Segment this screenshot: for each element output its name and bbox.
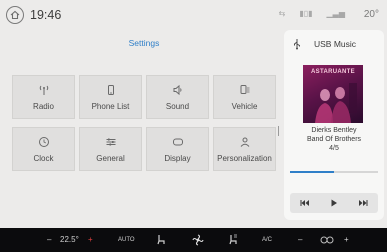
status-icons: ⇆ ▮▯▮ ▁▃▅ xyxy=(279,9,345,19)
panel-divider-handle[interactable] xyxy=(278,126,281,136)
fan-icon xyxy=(192,234,204,246)
track-number: 4/5 xyxy=(329,145,339,152)
play-button[interactable] xyxy=(323,195,345,211)
playback-controls xyxy=(290,193,378,213)
tile-label: General xyxy=(96,154,125,163)
ac-button[interactable]: A/C xyxy=(262,234,272,246)
passenger-temp-down-button[interactable]: – xyxy=(298,234,302,246)
tile-general[interactable]: General xyxy=(79,127,142,171)
usb-icon xyxy=(294,39,300,50)
outside-temperature: 20° xyxy=(363,9,379,20)
tile-label: Sound xyxy=(165,102,190,111)
tile-label: Personalization xyxy=(217,154,272,163)
display-icon xyxy=(172,138,183,146)
person-icon xyxy=(240,137,249,147)
sliders-icon xyxy=(106,138,115,146)
connection-icon: ⇆ xyxy=(278,9,286,18)
passenger-climate-icon xyxy=(320,234,334,250)
page-title: Settings xyxy=(128,38,160,48)
media-card[interactable]: USB Music ASTARUANTE Dierks Bentley Band… xyxy=(284,30,384,220)
track-artist: Band Of Brothers xyxy=(306,136,362,143)
tile-personalization[interactable]: Personalization xyxy=(213,127,276,171)
sync-screen: 19:46 ⇆ ▮▯▮ ▁▃▅ 20° Settings Radio Phone… xyxy=(0,0,387,228)
tile-label: Display xyxy=(164,154,191,163)
progress-fill xyxy=(290,171,334,173)
skip-next-icon xyxy=(359,200,368,206)
album-art: ASTARUANTE xyxy=(303,65,363,123)
tile-label: Radio xyxy=(33,102,54,111)
driver-temperature: 22.5° xyxy=(60,235,79,244)
tile-clock[interactable]: Clock xyxy=(12,127,75,171)
previous-button[interactable] xyxy=(294,195,316,211)
speaker-icon xyxy=(173,84,181,96)
signal-icon: ▮▯▮ xyxy=(299,9,313,18)
auto-button[interactable]: AUTO xyxy=(118,234,135,246)
radio-antenna-icon xyxy=(39,85,48,95)
seat-cool-button[interactable] xyxy=(228,234,238,250)
passenger-temp-up-button[interactable]: + xyxy=(344,234,349,246)
tile-display[interactable]: Display xyxy=(146,127,209,171)
tile-label: Vehicle xyxy=(231,102,258,111)
phone-icon xyxy=(107,85,114,95)
skip-previous-icon xyxy=(300,200,309,206)
status-bar: 19:46 ⇆ ▮▯▮ ▁▃▅ 20° xyxy=(0,0,387,30)
fan-button[interactable] xyxy=(192,234,204,250)
home-button[interactable] xyxy=(6,6,24,24)
seat-heat-button[interactable] xyxy=(156,234,166,250)
temp-down-button[interactable]: – xyxy=(47,234,51,246)
clock-time: 19:46 xyxy=(30,8,62,22)
media-source-label: USB Music xyxy=(314,39,357,49)
home-icon xyxy=(10,10,20,20)
tile-phone-list[interactable]: Phone List xyxy=(79,75,142,119)
play-icon xyxy=(331,199,337,207)
temp-up-button[interactable]: + xyxy=(88,234,93,246)
album-art-figures xyxy=(315,83,357,123)
bars-icon: ▁▃▅ xyxy=(326,9,345,18)
progress-bar[interactable] xyxy=(290,171,378,173)
climate-bar: – 22.5° + AUTO A/C – + xyxy=(0,228,387,252)
seat-heat-icon xyxy=(157,235,165,245)
tile-label: Clock xyxy=(33,154,54,163)
clock-icon xyxy=(38,137,49,147)
track-title: Dierks Bentley xyxy=(311,127,357,134)
seat-cool-icon xyxy=(229,234,237,245)
vehicle-icon xyxy=(240,85,249,94)
tile-vehicle[interactable]: Vehicle xyxy=(213,75,276,119)
passenger-fan-icon xyxy=(320,236,334,244)
tile-radio[interactable]: Radio xyxy=(12,75,75,119)
next-button[interactable] xyxy=(352,195,374,211)
tile-label: Phone List xyxy=(91,102,130,111)
tile-sound[interactable]: Sound xyxy=(146,75,209,119)
